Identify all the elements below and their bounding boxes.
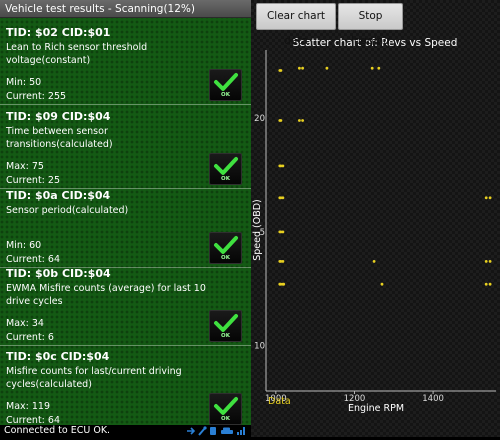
ok-status-button[interactable]: OK — [209, 69, 242, 101]
data-point — [484, 282, 488, 286]
ok-label: OK — [221, 92, 230, 98]
test-id: TID: $0a CID:$04 — [6, 189, 111, 202]
test-id: TID: $0c CID:$04 — [6, 350, 110, 363]
test-result-item[interactable]: TID: $02 CID:$01 Lean to Rich sensor thre… — [0, 21, 251, 105]
test-current-value: Current: 255 — [6, 91, 67, 102]
checkmark-icon — [214, 73, 238, 91]
status-text: Connected to ECU OK. — [4, 425, 111, 436]
status-bar: Connected to ECU OK. — [0, 425, 251, 437]
data-point — [281, 196, 285, 200]
data-point — [281, 260, 285, 263]
y-tick-label: 10 — [254, 342, 265, 352]
test-limit: Min: 60 — [6, 240, 42, 251]
legend-entry: Data — [268, 396, 291, 407]
data-point — [484, 260, 488, 263]
signal-icon — [237, 427, 245, 435]
phone-icon — [210, 427, 216, 435]
clear-chart-data-button[interactable]: Clear chart data — [256, 3, 336, 47]
data-point — [301, 66, 304, 70]
window-title: Vehicle test results - Scanning(12%) — [0, 0, 251, 18]
test-description: Time between sensor transitions(calculat… — [6, 126, 113, 150]
usb-icon — [187, 427, 196, 435]
test-id: TID: $0b CID:$04 — [6, 267, 111, 280]
data-point — [372, 260, 376, 263]
data-point — [325, 66, 329, 70]
test-description: Misfire counts for last/current driving … — [6, 366, 182, 390]
test-result-item[interactable]: TID: $0b CID:$04 EWMA Misfire counts (ave… — [0, 262, 251, 346]
test-description: EWMA Misfire counts (average) for last 1… — [6, 283, 206, 307]
car-icon — [221, 427, 233, 434]
test-limit: Max: 119 — [6, 401, 50, 412]
data-point — [282, 282, 286, 286]
ok-status-button[interactable]: OK — [209, 310, 242, 342]
x-axis-label: Engine RPM — [348, 403, 404, 414]
test-current-value: Current: 6 — [6, 332, 54, 343]
data-point — [380, 282, 384, 286]
checkmark-icon — [214, 397, 238, 415]
x-tick-label: 1400 — [422, 394, 444, 404]
y-axis-label: Speed (OBD) — [252, 199, 263, 261]
status-icons — [185, 426, 247, 436]
ok-status-button[interactable]: OK — [209, 393, 242, 425]
data-point — [488, 282, 492, 286]
data-point — [298, 119, 301, 122]
test-description: Lean to Rich sensor threshold voltage(co… — [6, 42, 148, 66]
ok-label: OK — [221, 416, 230, 422]
data-point — [281, 164, 285, 168]
test-description: Sensor period(calculated) — [6, 205, 129, 216]
data-point — [279, 69, 283, 72]
checkmark-icon — [214, 236, 238, 254]
data-point — [370, 66, 374, 70]
stop-logging-button[interactable]: Stop logging — [338, 3, 403, 47]
y-tick-label: 20 — [254, 114, 265, 124]
data-point — [281, 230, 285, 234]
data-point — [488, 260, 492, 263]
data-point — [488, 196, 492, 200]
ok-label: OK — [221, 333, 230, 339]
data-point — [279, 119, 283, 122]
chart-panel: Scatter chart of: Revs vs Speed100012001… — [251, 0, 500, 437]
test-limit: Max: 34 — [6, 318, 44, 329]
data-point — [301, 119, 304, 122]
test-limit: Min: 50 — [6, 77, 42, 88]
ok-status-button[interactable]: OK — [209, 232, 242, 264]
ok-status-button[interactable]: OK — [209, 153, 242, 185]
data-point — [484, 196, 488, 200]
wrench-icon — [198, 426, 207, 436]
test-result-item[interactable]: TID: $0c CID:$04 Misfire counts for last/… — [0, 345, 251, 429]
test-result-item[interactable]: TID: $09 CID:$04 Time between sensor tran… — [0, 105, 251, 189]
checkmark-icon — [214, 314, 238, 332]
data-point — [377, 66, 381, 70]
scatter-chart: Scatter chart of: Revs vs Speed100012001… — [252, 37, 496, 414]
data-point — [298, 66, 301, 70]
ok-label: OK — [221, 255, 230, 261]
test-limit: Max: 75 — [6, 161, 44, 172]
test-result-item[interactable]: TID: $0a CID:$04 Sensor period(calculated… — [0, 184, 251, 268]
test-id: TID: $09 CID:$04 — [6, 110, 111, 123]
ok-label: OK — [221, 176, 230, 182]
checkmark-icon — [214, 157, 238, 175]
test-results-panel: Vehicle test results - Scanning(12%) TID… — [0, 0, 251, 437]
test-id: TID: $02 CID:$01 — [6, 26, 111, 39]
